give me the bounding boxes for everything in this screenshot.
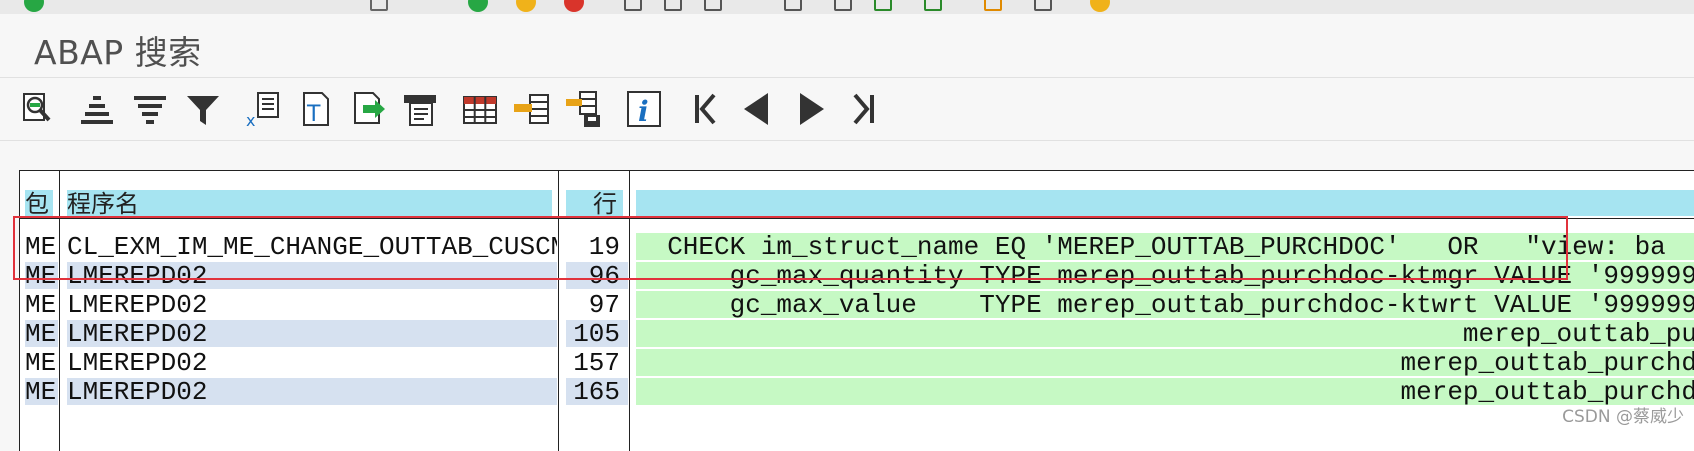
toolbar-glyph-icon[interactable] [664,0,682,11]
find-icon[interactable] [18,89,58,129]
cell-code[interactable]: merep_outtab_purchdo [636,378,1694,405]
toolbar-glyph-icon[interactable] [834,0,852,11]
export-icon[interactable] [349,89,389,129]
cell-line[interactable]: 19 [566,233,628,260]
results-grid: 包 程序名 行 ME CL_EXM_IM_ME_CHANGE_OUTTAB_CU… [19,170,1694,451]
title-bar: ABAP 搜索 [0,14,1694,76]
cell-line[interactable]: 165 [566,378,628,405]
cell-code[interactable]: CHECK im_struct_name EQ 'MEREP_OUTTAB_PU… [636,233,1694,260]
svg-text:x: x [246,111,255,129]
cell-program[interactable]: LMEREPD02 [67,262,557,289]
filter-list-icon[interactable] [130,89,170,129]
column-header-code[interactable] [636,190,1694,216]
text-document-icon[interactable]: T [296,89,336,129]
cell-line[interactable]: 97 [566,291,628,318]
sort-ascending-icon[interactable] [77,89,117,129]
svg-text:T: T [306,102,321,127]
print-preview-icon[interactable] [400,89,440,129]
grid-layout-icon[interactable] [460,89,500,129]
page-title: ABAP 搜索 [34,33,202,72]
last-page-icon[interactable] [843,89,883,129]
cell-program[interactable]: LMEREPD02 [67,291,557,318]
cell-package[interactable]: ME [25,378,58,405]
application-toolbar: x T i [0,78,1694,140]
column-divider [558,171,559,451]
cell-package[interactable]: ME [25,320,58,347]
cell-program[interactable]: CL_EXM_IM_ME_CHANGE_OUTTAB_CUSCM001 [67,233,557,260]
watermark: CSDN @蔡威少 [1562,407,1684,427]
column-header-program[interactable]: 程序名 [67,190,552,216]
toolbar-glyph-icon[interactable] [924,0,942,11]
column-divider [629,171,630,451]
cell-program[interactable]: LMEREPD02 [67,349,557,376]
cell-code[interactable]: merep_outtab_purchdo [636,349,1694,376]
filter-funnel-icon[interactable] [183,89,223,129]
toolbar-glyph-icon[interactable] [1034,0,1052,11]
cell-code[interactable]: merep_outtab_purch [636,320,1694,347]
status-yellow-icon[interactable] [1090,0,1110,12]
column-divider [59,171,60,451]
status-green-icon[interactable] [24,0,44,12]
info-icon[interactable]: i [624,89,664,129]
cell-code[interactable]: gc_max_value TYPE merep_outtab_purchdoc-… [636,291,1694,318]
status-green-icon[interactable] [468,0,488,12]
cell-line[interactable]: 157 [566,349,628,376]
svg-text:i: i [638,95,649,128]
toolbar-glyph-icon[interactable] [784,0,802,11]
header-divider [20,218,1694,219]
first-page-icon[interactable] [686,89,726,129]
column-header-line[interactable]: 行 [566,190,623,216]
cell-program[interactable]: LMEREPD02 [67,378,557,405]
cell-program[interactable]: LMEREPD02 [67,320,557,347]
cell-package[interactable]: ME [25,349,58,376]
cell-code[interactable]: gc_max_quantity TYPE merep_outtab_purchd… [636,262,1694,289]
save-layout-icon[interactable] [564,89,604,129]
cell-package[interactable]: ME [25,291,58,318]
toolbar-glyph-icon[interactable] [984,0,1002,11]
next-icon[interactable] [790,89,830,129]
toolbar-glyph-icon[interactable] [624,0,642,11]
system-toolbar-strip [0,0,1694,15]
toolbar-glyph-icon[interactable] [370,0,388,11]
previous-icon[interactable] [738,89,778,129]
toolbar-glyph-icon[interactable] [874,0,892,11]
status-red-icon[interactable] [564,0,584,12]
divider [0,140,1694,141]
cell-line[interactable]: 105 [566,320,628,347]
cell-line[interactable]: 96 [566,262,628,289]
toolbar-glyph-icon[interactable] [704,0,722,11]
column-header-package[interactable]: 包 [25,190,53,216]
cell-package[interactable]: ME [25,233,58,260]
status-yellow-icon[interactable] [516,0,536,12]
cell-package[interactable]: ME [25,262,58,289]
change-layout-icon[interactable] [512,89,552,129]
calculate-total-icon[interactable]: x [243,89,283,129]
